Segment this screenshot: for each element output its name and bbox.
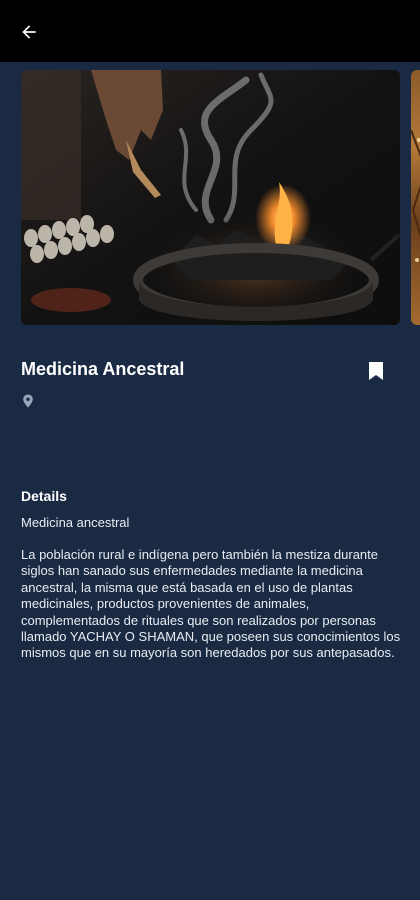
- gallery-image-next[interactable]: [411, 70, 420, 325]
- location-row: [22, 394, 36, 410]
- bookmark-button[interactable]: [362, 358, 390, 384]
- arrow-left-icon: [22, 25, 36, 39]
- image-carousel[interactable]: [21, 70, 420, 325]
- partial-next-photo: [411, 129, 420, 262]
- gallery-image-main[interactable]: [21, 70, 400, 325]
- smoking-bowl-photo: [21, 70, 400, 325]
- bookmark-icon: [369, 362, 383, 380]
- details-subtitle: Medicina ancestral: [21, 515, 130, 530]
- details-description: La población rural e indígena pero tambi…: [21, 547, 401, 661]
- details-heading: Details: [21, 488, 67, 504]
- top-app-bar: [0, 0, 420, 62]
- back-button[interactable]: [14, 17, 44, 47]
- map-pin-icon: [23, 394, 33, 408]
- place-title: Medicina Ancestral: [21, 359, 185, 379]
